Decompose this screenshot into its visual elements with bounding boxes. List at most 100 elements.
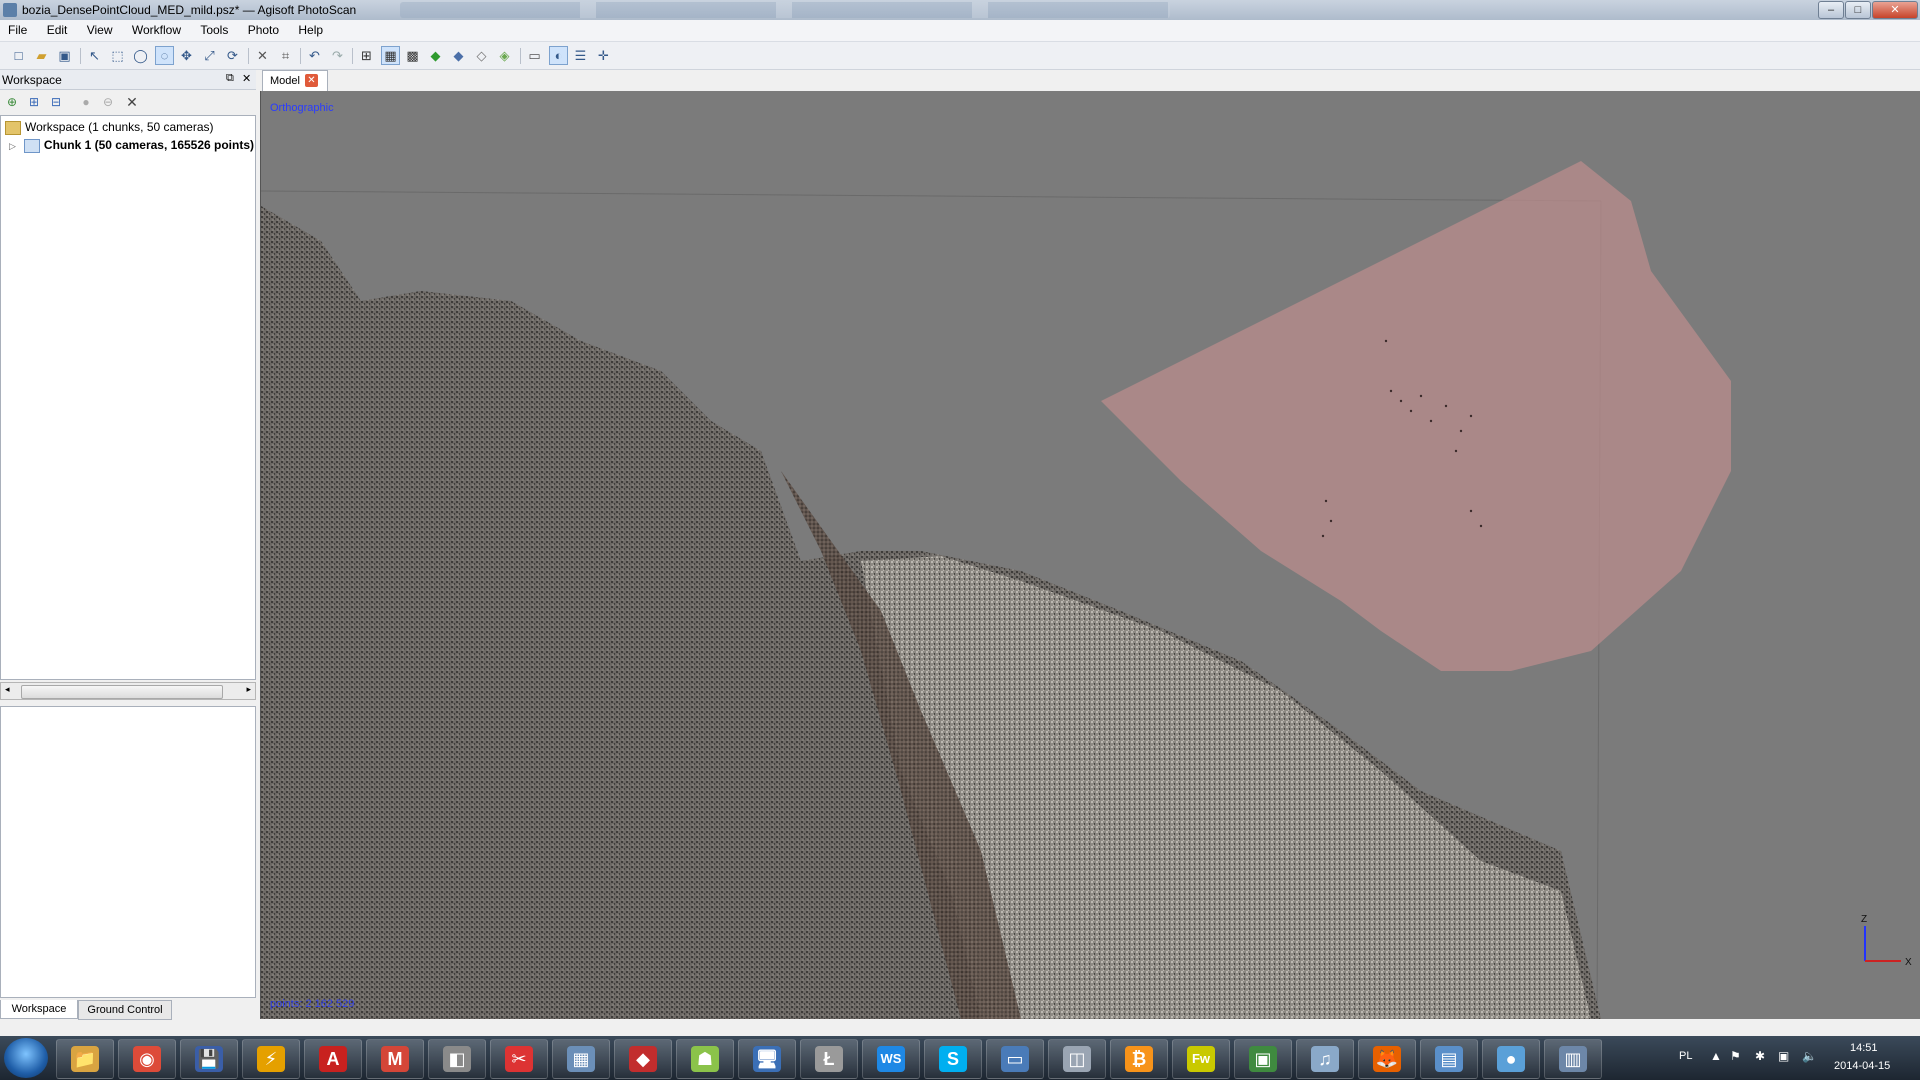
reset-view-icon[interactable]: ✛ [595,47,612,64]
wireframe-model-icon[interactable]: ◇ [473,47,490,64]
menu-tools[interactable]: Tools [192,20,236,40]
menu-edit[interactable]: Edit [39,20,76,40]
show-cameras-icon[interactable]: ⊞ [358,47,375,64]
rotate-region-icon[interactable]: ⟳ [224,47,241,64]
workspace-horizontal-scrollbar[interactable]: ◂ ▸ [0,682,256,700]
save-icon[interactable]: ▣ [56,47,73,64]
taskbar-button-remote-desktop[interactable]: ▤ [1420,1039,1478,1079]
volume-icon[interactable]: 🔈 [1802,1049,1817,1063]
itunes-icon: ♫ [1311,1046,1339,1072]
scrollbar-thumb[interactable] [21,685,223,699]
close-tab-icon[interactable]: ✕ [305,74,318,87]
circle-select-icon[interactable]: ◯ [132,47,149,64]
resize-region-icon[interactable]: ⤢ [201,47,218,64]
close-button[interactable]: ✕ [1872,1,1918,19]
taskbar-button-photoscan[interactable]: ◫ [1048,1039,1106,1079]
action-center-flag-icon[interactable]: ⚑ [1730,1049,1741,1063]
taskbar-button-sketchup[interactable]: ◆ [614,1039,672,1079]
show-hidden-icons-icon[interactable]: ▲ [1710,1049,1722,1063]
clock-date[interactable]: 2014-04-15 [1834,1060,1890,1072]
taskbar-button-webstorm[interactable]: WS [862,1039,920,1079]
tab-model[interactable]: Model ✕ [262,70,328,91]
taskbar-button-lightning-app[interactable]: ⚡ [242,1039,300,1079]
taskbar-button-bitcoin[interactable]: ₿ [1110,1039,1168,1079]
taskbar-button-itunes[interactable]: ♫ [1296,1039,1354,1079]
float-panel-icon[interactable]: ⧉ [226,72,234,85]
show-trackball-icon[interactable]: ◐ [549,46,568,65]
tree-item-chunk[interactable]: ▷ Chunk 1 (50 cameras, 165526 points) [9,138,254,153]
network-icon[interactable]: ▣ [1778,1049,1789,1063]
taskbar-button-terminal[interactable]: ▣ [1234,1039,1292,1079]
taskbar-button-firefox[interactable]: 🦊 [1358,1039,1416,1079]
tab-ground-control[interactable]: Ground Control [78,1000,172,1020]
maximize-button[interactable]: □ [1845,1,1871,19]
redo-icon[interactable]: ↷ [329,47,346,64]
scroll-right-icon[interactable]: ▸ [246,684,251,695]
taskbar-button-virtual-cube[interactable]: ◧ [428,1039,486,1079]
menu-help[interactable]: Help [290,20,331,40]
water-drop-icon: ● [1497,1046,1525,1072]
taskbar-button-floppy-save[interactable]: 💾 [180,1039,238,1079]
taskbar-button-scissors[interactable]: ✂ [490,1039,548,1079]
remove-icon[interactable]: ✕ [124,94,140,110]
minimize-button[interactable]: – [1818,1,1844,19]
taskbar-button-window-manager[interactable]: ▭ [986,1039,1044,1079]
taskbar-button-skype[interactable]: S [924,1039,982,1079]
add-photos-icon[interactable]: ⊞ [26,94,42,110]
disable-icon[interactable]: ⊖ [100,94,116,110]
shaded-model-icon[interactable]: ◆ [427,47,444,64]
floppy-save-icon: 💾 [195,1046,223,1072]
start-button[interactable] [4,1038,48,1078]
textured-model-icon[interactable]: ◈ [496,47,513,64]
taskbar-button-android[interactable]: ☗ [676,1039,734,1079]
show-points-icon[interactable]: ▦ [381,46,400,65]
workspace-panel-header: Workspace ⧉ ✕ [0,70,256,90]
taskbar-button-calculator[interactable]: ▦ [552,1039,610,1079]
solid-model-icon[interactable]: ◆ [450,47,467,64]
add-chunk-icon[interactable]: ⊕ [4,94,20,110]
navigation-icon[interactable]: ✥ [178,47,195,64]
taskbar-button-chrome[interactable]: ◉ [118,1039,176,1079]
menu-photo[interactable]: Photo [240,20,287,40]
taskbar-button-water-drop[interactable]: ● [1482,1039,1540,1079]
rectangle-select-icon[interactable]: ⬚ [109,47,126,64]
clock-time[interactable]: 14:51 [1850,1042,1878,1054]
taskbar: PL ▲ ⚑ ✱ ▣ 🔈 14:51 2014-04-15 📁 ◉ 💾 ⚡ A M ◧ ✂ ▦ ◆… [0,1036,1920,1080]
close-panel-icon[interactable]: ✕ [242,72,251,85]
show-info-icon[interactable]: ☰ [572,47,589,64]
add-folder-icon[interactable]: ⊟ [48,94,64,110]
new-icon[interactable]: □ [10,47,27,64]
menu-view[interactable]: View [79,20,121,40]
model-viewport[interactable]: Z X Orthographic points: 2 162 529 [260,91,1920,1019]
menu-workflow[interactable]: Workflow [124,20,189,40]
show-dense-cloud-icon[interactable]: ▩ [404,47,421,64]
taskbar-button-computer[interactable]: 🖥 [738,1039,796,1079]
litecoin-icon: Ł [815,1046,843,1072]
taskbar-button-film[interactable]: ▥ [1544,1039,1602,1079]
expand-arrow-icon[interactable]: ▷ [9,141,16,151]
scroll-left-icon[interactable]: ◂ [5,684,10,695]
taskbar-button-explorer[interactable]: 📁 [56,1039,114,1079]
show-region-icon[interactable]: ▭ [526,47,543,64]
workspace-root-label: Workspace (1 chunks, 50 cameras) [25,120,214,134]
workspace-icon [5,120,21,135]
free-form-select-icon[interactable]: ◌ [155,46,174,65]
taskbar-button-fireworks[interactable]: Fw [1172,1039,1230,1079]
enable-icon[interactable]: ● [78,94,94,110]
bluetooth-icon[interactable]: ✱ [1755,1049,1765,1063]
open-icon[interactable]: ▰ [33,47,50,64]
tree-item-workspace[interactable]: Workspace (1 chunks, 50 cameras) [5,120,214,135]
taskbar-button-acrobat[interactable]: A [304,1039,362,1079]
point-cloud-render: Z X [261,91,1920,1019]
axis-z-label: Z [1861,914,1867,925]
delete-icon[interactable]: ✕ [254,47,271,64]
photoscan-icon: ◫ [1063,1046,1091,1072]
language-indicator[interactable]: PL [1679,1050,1692,1062]
undo-icon[interactable]: ↶ [306,47,323,64]
taskbar-button-gmail[interactable]: M [366,1039,424,1079]
menu-file[interactable]: File [0,20,35,40]
crop-icon[interactable]: ⌗ [277,47,294,64]
taskbar-button-litecoin[interactable]: Ł [800,1039,858,1079]
select-icon[interactable]: ↖ [86,47,103,64]
tab-workspace[interactable]: Workspace [0,1000,78,1019]
